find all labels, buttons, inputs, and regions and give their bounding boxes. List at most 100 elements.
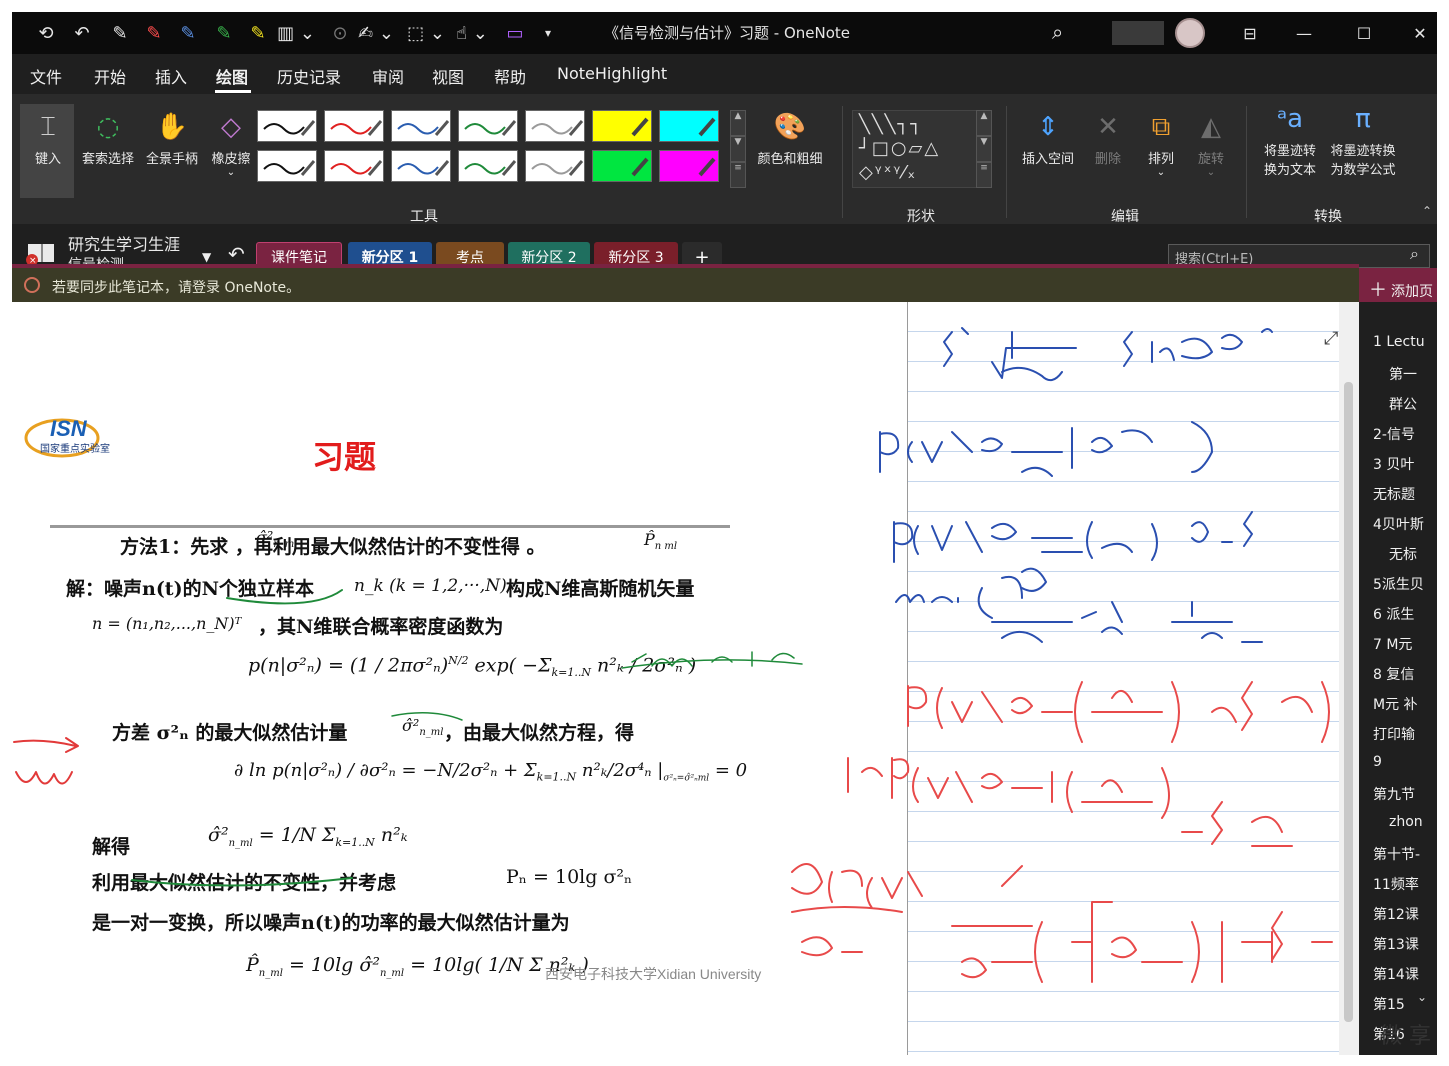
color-picker-icon[interactable]: ▭	[500, 20, 530, 46]
shapes-gallery[interactable]: ╲╲╲┐┐ ┘□○▱△ ◇ᵞˣᵞ⁄ₓ	[852, 110, 980, 188]
yellow-highlighter-icon[interactable]: ✎	[244, 20, 272, 46]
page-item[interactable]: 4贝叶斯	[1373, 514, 1437, 534]
forward-icon[interactable]: ⊙	[326, 20, 354, 46]
menu-history[interactable]: 历史记录	[277, 64, 341, 88]
collapse-ribbon-icon[interactable]: ⌃	[1422, 204, 1432, 218]
highlighter-swatch[interactable]	[592, 150, 652, 182]
delete-button[interactable]: ✕ 删除	[1088, 106, 1128, 167]
page-item[interactable]: 7 M元	[1373, 634, 1437, 654]
touch-icon[interactable]: ☝ ⌄	[452, 20, 492, 46]
scrollbar-thumb[interactable]	[1344, 382, 1353, 1022]
notebook-dropdown-icon[interactable]: ▼	[202, 250, 211, 264]
insert-space-label: 插入空间	[1021, 152, 1074, 167]
pen-swatch[interactable]	[324, 150, 384, 182]
page-item[interactable]: 第十节-	[1373, 844, 1437, 864]
chevron-down-icon[interactable]: ⌄	[1417, 990, 1427, 1004]
handwritten-ink-layer[interactable]	[12, 302, 1339, 1055]
page-item[interactable]: 6 派生	[1373, 604, 1437, 624]
page-item[interactable]: 5派生贝	[1373, 574, 1437, 594]
undo-icon[interactable]: ↶	[68, 20, 96, 46]
menu-file[interactable]: 文件	[30, 64, 62, 88]
highlighter-swatch[interactable]	[659, 150, 719, 182]
gallery-down-icon[interactable]: ▼	[730, 136, 746, 162]
page-item[interactable]: zhon	[1389, 814, 1437, 830]
shapes-up-icon[interactable]: ▲	[976, 110, 992, 136]
gallery-up-icon[interactable]: ▲	[730, 110, 746, 136]
add-page-button[interactable]: ＋添加页	[1359, 268, 1437, 302]
page-scrollbar[interactable]	[1339, 302, 1359, 1055]
account-name[interactable]	[1112, 21, 1164, 45]
expand-icon[interactable]: ⤢	[1324, 328, 1338, 349]
pen-swatch[interactable]	[458, 150, 518, 182]
page-item[interactable]: 打印输	[1373, 724, 1437, 744]
shapes-more-icon[interactable]: ≡	[976, 162, 992, 188]
page-item[interactable]: 3 贝叶	[1373, 454, 1437, 474]
menu-draw[interactable]: 绘图	[216, 64, 248, 88]
ink-to-math-button[interactable]: π 将墨迹转换 为数学公式	[1324, 98, 1402, 178]
pan-button[interactable]: ✋ 全景手柄	[140, 106, 204, 167]
close-button[interactable]: ✕	[1400, 18, 1437, 48]
page-item[interactable]: 第13课	[1373, 934, 1437, 954]
page-item[interactable]: 1 Lectu	[1373, 334, 1437, 350]
page-item[interactable]: M元 补	[1373, 694, 1437, 714]
pen-swatch[interactable]	[324, 110, 384, 142]
eraser-button[interactable]: ◇ 橡皮擦 ⌄	[204, 106, 258, 178]
ink-tool-icon[interactable]: ✍ ⌄	[356, 20, 396, 46]
avatar[interactable]	[1175, 18, 1205, 48]
color-thickness-button[interactable]: 🎨 颜色和粗细	[750, 106, 830, 167]
page-item[interactable]: 第15	[1373, 994, 1437, 1014]
page-item[interactable]: 8 复信	[1373, 664, 1437, 684]
page-item[interactable]: 无标	[1389, 544, 1437, 564]
select-tool-icon[interactable]: ⬚ ⌄	[406, 20, 446, 46]
page-item[interactable]: 第九节	[1373, 784, 1437, 804]
search-icon[interactable]: ⌕	[1410, 244, 1419, 264]
highlighter-swatch[interactable]	[592, 110, 652, 142]
ink-to-text-button[interactable]: ᵃa 将墨迹转 换为文本	[1256, 98, 1324, 178]
page-item[interactable]: 第一	[1389, 364, 1437, 384]
page-item[interactable]: 群公	[1389, 394, 1437, 414]
keyin-button[interactable]: ⌶ 键入	[26, 106, 70, 167]
page-item[interactable]: 2-信号	[1373, 424, 1437, 444]
notebook-name[interactable]: 研究生学习生涯	[68, 231, 180, 255]
arrange-button[interactable]: ⧉ 排列 ⌄	[1138, 106, 1184, 178]
blue-pen-icon[interactable]: ✎	[174, 20, 202, 46]
shapes-down-icon[interactable]: ▼	[976, 136, 992, 162]
pen-swatch[interactable]	[391, 150, 451, 182]
customize-toolbar-icon[interactable]: ▾	[538, 20, 558, 46]
sync-notification-text[interactable]: 若要同步此笔记本，请登录 OneNote。	[52, 277, 300, 297]
ribbon-display-icon[interactable]: ⊟	[1230, 18, 1270, 48]
columns-icon[interactable]: ▥ ⌄	[276, 20, 316, 46]
notebook-icon[interactable]: ×	[26, 240, 56, 264]
highlighter-swatch[interactable]	[659, 110, 719, 142]
lasso-button[interactable]: ◌ 套索选择	[76, 106, 140, 167]
back-icon[interactable]: ⟲	[32, 20, 60, 46]
page-canvas[interactable]: ISN 国家重点实验室 习题 方法1：先求 ，再利用最大似然估计的不变性得 。 …	[12, 302, 1339, 1055]
menu-insert[interactable]: 插入	[155, 64, 187, 88]
pen-swatch[interactable]	[525, 150, 585, 182]
search-icon[interactable]: ⌕	[1052, 20, 1063, 44]
menu-home[interactable]: 开始	[94, 64, 126, 88]
pen-swatch[interactable]	[458, 110, 518, 142]
minimize-button[interactable]: —	[1284, 18, 1324, 48]
pen-swatch[interactable]	[525, 110, 585, 142]
page-item[interactable]: 11频率	[1373, 874, 1437, 894]
page-item[interactable]: 第14课	[1373, 964, 1437, 984]
page-item[interactable]: 无标题	[1373, 484, 1437, 504]
pen-swatch[interactable]	[257, 110, 317, 142]
insert-space-button[interactable]: ⇕ 插入空间	[1012, 106, 1084, 167]
gallery-more-icon[interactable]: ≡	[730, 162, 746, 188]
menu-help[interactable]: 帮助	[494, 64, 526, 88]
rotate-button[interactable]: ◭ 旋转 ⌄	[1188, 106, 1234, 178]
navigate-back-icon[interactable]: ↶	[228, 242, 245, 266]
pen-swatch[interactable]	[391, 110, 451, 142]
menu-review[interactable]: 审阅	[372, 64, 404, 88]
menu-view[interactable]: 视图	[432, 64, 464, 88]
black-pen-icon[interactable]: ✎	[106, 20, 134, 46]
maximize-button[interactable]: ☐	[1344, 18, 1384, 48]
page-item[interactable]: 9	[1373, 754, 1437, 770]
red-pen-icon[interactable]: ✎	[140, 20, 168, 46]
pen-swatch[interactable]	[257, 150, 317, 182]
menu-notehighlight[interactable]: NoteHighlight	[557, 64, 667, 83]
green-pen-icon[interactable]: ✎	[210, 20, 238, 46]
page-item[interactable]: 第12课	[1373, 904, 1437, 924]
